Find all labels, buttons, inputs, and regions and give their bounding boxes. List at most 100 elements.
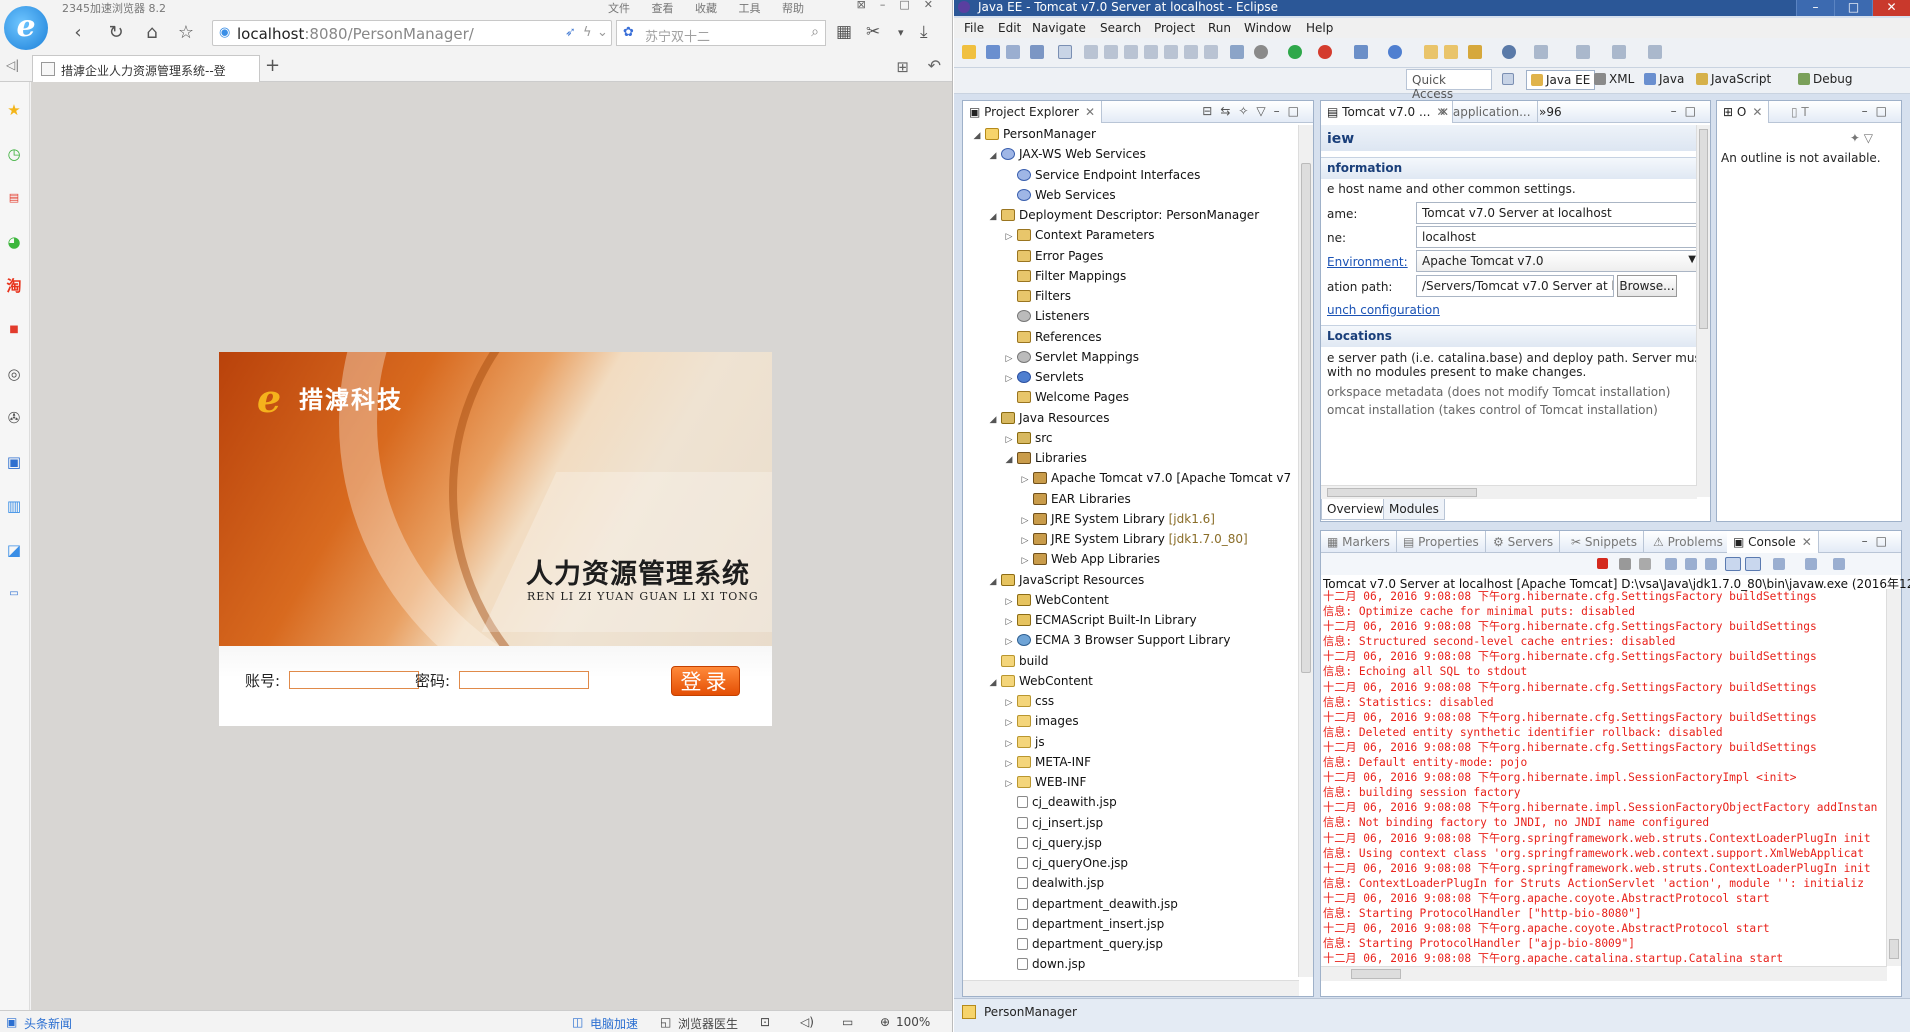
sidebar-toggle-icon[interactable]: ◁| (6, 58, 19, 72)
step-into-icon[interactable] (1164, 45, 1178, 59)
browse-button[interactable]: Browse... (1617, 275, 1677, 297)
use-workspace-metadata-option[interactable]: orkspace metadata (does not modify Tomca… (1327, 385, 1670, 399)
view-controls[interactable]: ⊟⇆✧▽–□ (1202, 104, 1307, 118)
server-name-field[interactable]: Tomcat v7.0 Server at localhost (1416, 202, 1697, 224)
collapse-arrow-icon[interactable]: ◢ (987, 411, 999, 430)
status-doctor[interactable]: 浏览器医生 (678, 1015, 738, 1032)
project-tree-hscrollbar[interactable] (963, 980, 1299, 996)
expand-arrow-icon[interactable]: ▷ (1003, 370, 1015, 389)
outline-controls[interactable]: –□ (1862, 104, 1895, 118)
remove-launch-icon[interactable] (1619, 558, 1631, 570)
outline-toolbar-icon[interactable]: ✦ ▽ (1850, 131, 1873, 145)
tree-item[interactable]: ▷ WEB-INF (1003, 773, 1087, 792)
expand-arrow-icon[interactable]: ▷ (1003, 714, 1015, 733)
annotation-icon[interactable] (1534, 45, 1548, 59)
menu-edit[interactable]: Edit (998, 21, 1021, 35)
close-view-icon[interactable]: ✕ (1085, 105, 1095, 119)
tree-item[interactable]: down.jsp (1003, 955, 1085, 974)
new-icon[interactable] (962, 45, 976, 59)
status-speedup[interactable]: 电脑加速 (590, 1015, 638, 1032)
zoom-icon[interactable]: ⊕ (880, 1015, 890, 1029)
tree-item[interactable]: ▷ WebContent (1003, 591, 1109, 610)
tab-task-list[interactable]: ▯ T (1785, 101, 1815, 123)
game-controller-icon[interactable]: ◎ (2, 362, 26, 386)
reload-icon[interactable]: ↻ (104, 22, 128, 44)
tree-item[interactable]: cj_queryOne.jsp (1003, 854, 1128, 873)
screen-icon[interactable]: ▭ (842, 1015, 853, 1029)
use-tomcat-installation-option[interactable]: omcat installation (takes control of Tom… (1327, 403, 1658, 417)
pin-console-icon[interactable] (1773, 558, 1785, 570)
tree-item[interactable]: ▷ ECMA 3 Browser Support Library (1003, 631, 1231, 652)
menu-help[interactable]: 帮助 (782, 2, 804, 15)
tree-item[interactable]: ▷ src (1003, 429, 1053, 448)
back-nav-icon[interactable] (1612, 45, 1626, 59)
expand-arrow-icon[interactable]: ▷ (1003, 755, 1015, 774)
editor-hscrollbar[interactable] (1321, 485, 1697, 499)
print-icon[interactable] (1030, 45, 1044, 59)
menu-view[interactable]: 查看 (652, 2, 674, 15)
next-annotation-icon[interactable] (1576, 45, 1590, 59)
collapse-arrow-icon[interactable]: ◢ (987, 573, 999, 592)
tab-servers[interactable]: ⚙ Servers (1487, 531, 1561, 553)
expand-arrow-icon[interactable]: ▷ (1003, 593, 1015, 612)
collapse-arrow-icon[interactable]: ◢ (987, 208, 999, 227)
runtime-environment-link[interactable]: Environment: (1327, 255, 1408, 269)
status-zoom[interactable]: 100% (896, 1015, 930, 1029)
tab-project-explorer[interactable]: ▣ Project Explorer ✕ (963, 101, 1103, 123)
step-return-icon[interactable] (1204, 45, 1218, 59)
collapse-arrow-icon[interactable]: ◢ (987, 147, 999, 166)
remove-all-icon[interactable] (1639, 558, 1651, 570)
favorites-star-icon[interactable]: ★ (2, 98, 26, 122)
tree-item[interactable]: cj_query.jsp (1003, 834, 1102, 853)
search-box[interactable]: ✿ 苏宁双十二 ⌕ (616, 20, 826, 46)
tree-item[interactable]: dealwith.jsp (1003, 874, 1104, 893)
home-icon[interactable]: ⌂ (140, 22, 164, 44)
tree-item[interactable]: cj_insert.jsp (1003, 814, 1103, 833)
tab-overview[interactable]: Overview (1321, 499, 1390, 520)
desktop-return-icon[interactable]: ▭ (2, 582, 26, 606)
tree-item[interactable]: ◢ WebContent (987, 672, 1093, 691)
minimize-icon[interactable]: – (1796, 0, 1834, 16)
tree-item[interactable]: ▷ Servlet Mappings (1003, 348, 1140, 367)
password-input[interactable] (459, 671, 589, 689)
tree-item[interactable]: Service Endpoint Interfaces (1003, 166, 1200, 185)
console-view-controls[interactable]: –□ (1862, 534, 1895, 548)
menu-run[interactable]: Run (1208, 21, 1231, 35)
tab-console[interactable]: ▣ Console ✕ (1727, 531, 1819, 553)
tab-application[interactable]: ✕ application... (1433, 101, 1538, 123)
history-clock-icon[interactable]: ◷ (2, 142, 26, 166)
resume-icon[interactable] (1084, 45, 1098, 59)
menu-favorites[interactable]: 收藏 (695, 2, 717, 15)
tree-item[interactable]: ▷ Servlets (1003, 368, 1084, 387)
tree-item[interactable]: ◢ JAX-WS Web Services (987, 145, 1146, 164)
tree-item[interactable]: ▷ Apache Tomcat v7.0 [Apache Tomcat v7 (1019, 469, 1292, 490)
forward-nav-icon[interactable] (1648, 45, 1662, 59)
run-icon[interactable] (1288, 45, 1302, 59)
favorite-star-icon[interactable]: ☆ (174, 22, 198, 44)
tab-modules[interactable]: Modules (1383, 499, 1445, 520)
tree-item[interactable]: Error Pages (1003, 247, 1103, 266)
tab-properties[interactable]: ▤ Properties (1397, 531, 1486, 553)
expand-arrow-icon[interactable]: ▷ (1019, 532, 1031, 551)
tree-item[interactable]: ▷ JRE System Library [jdk1.7.0_80] (1019, 530, 1248, 549)
skip-breakpoints-icon[interactable] (1058, 45, 1072, 59)
search-tool-icon[interactable] (1468, 45, 1482, 59)
collapse-arrow-icon[interactable]: ◢ (987, 674, 999, 693)
tree-item[interactable]: Filters (1003, 287, 1071, 306)
expand-arrow-icon[interactable]: ▷ (1003, 431, 1015, 450)
save-all-icon[interactable] (1006, 45, 1020, 59)
expand-arrow-icon[interactable]: ▷ (1019, 471, 1031, 490)
terminate-console-icon[interactable] (1597, 558, 1608, 569)
expand-arrow-icon[interactable]: ▷ (1003, 735, 1015, 754)
tree-item[interactable]: department_insert.jsp (1003, 915, 1164, 934)
menu-search[interactable]: Search (1100, 21, 1141, 35)
back-icon[interactable]: ‹ (66, 22, 90, 44)
expand-arrow-icon[interactable]: ▷ (1003, 633, 1015, 652)
compat-icon[interactable]: ⊡ (760, 1015, 770, 1029)
menu-project[interactable]: Project (1154, 21, 1195, 35)
tab-overflow[interactable]: »96 (1533, 101, 1568, 123)
open-console-icon[interactable] (1833, 558, 1845, 570)
tree-item[interactable]: ▷ JRE System Library [jdk1.6] (1019, 510, 1215, 529)
perspective-java[interactable]: Java (1644, 72, 1684, 86)
close-outline-icon[interactable]: ✕ (1752, 105, 1762, 119)
